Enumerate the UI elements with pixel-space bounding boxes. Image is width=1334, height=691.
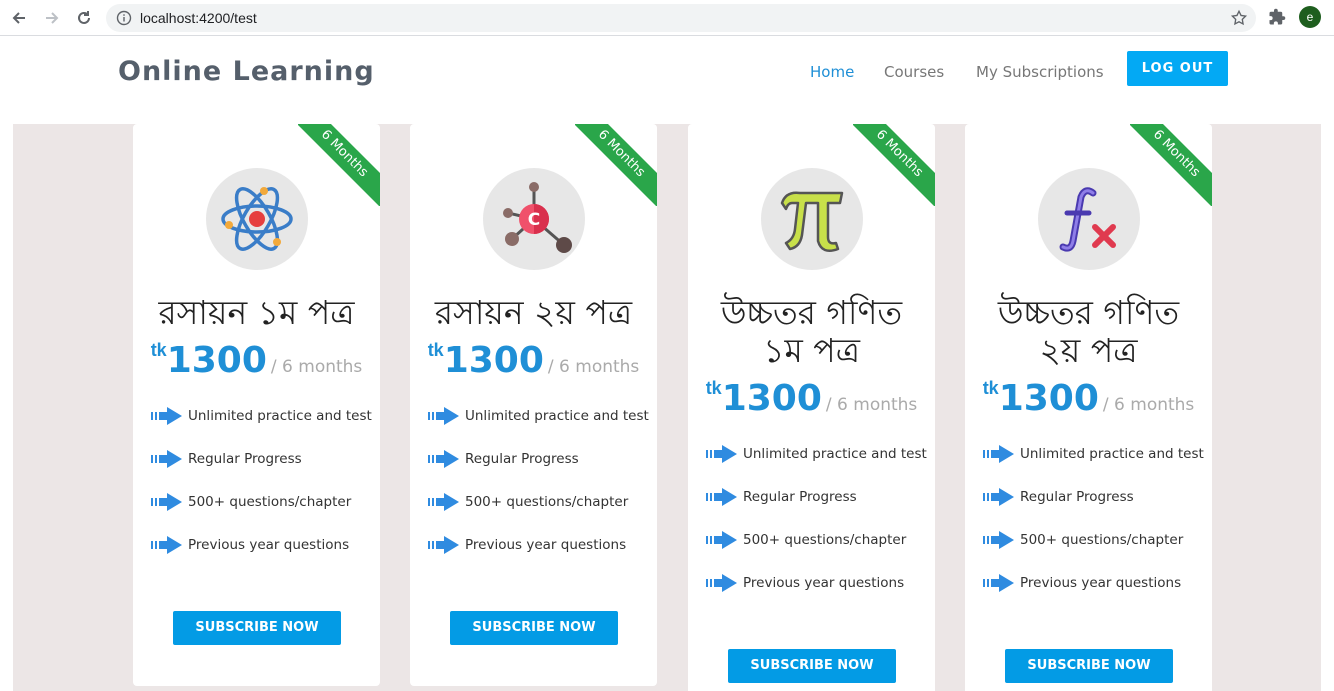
feature-item: 500+ questions/chapter (151, 491, 351, 513)
price-amount: 1300 (721, 378, 822, 419)
arrow-icon (151, 536, 182, 554)
feature-item: 500+ questions/chapter (706, 529, 906, 551)
price: tk1300/ 6 months (133, 340, 380, 381)
arrow-icon (983, 574, 1014, 592)
molecule-icon: C (483, 168, 585, 270)
price: tk1300/ 6 months (688, 378, 935, 419)
duration-ribbon: 6 Months (853, 124, 935, 206)
nav-courses[interactable]: Courses (884, 63, 944, 81)
feature-item: Unlimited practice and test (983, 443, 1204, 465)
price-amount: 1300 (166, 340, 267, 381)
course-title: রসায়ন ২য় পত্র (434, 293, 633, 332)
currency-label: tk (705, 378, 722, 398)
bookmark-star-icon[interactable] (1230, 9, 1248, 32)
price-period: / 6 months (825, 395, 918, 415)
feature-item: 500+ questions/chapter (428, 491, 628, 513)
arrow-icon (428, 450, 459, 468)
price: tk1300/ 6 months (410, 340, 657, 381)
course-title-line-2: ২য় পত্র (1039, 331, 1138, 370)
course-title: উচ্চতর গণিত (720, 293, 903, 332)
course-card: 6 Months C রসায়ন ২য় পত্র tk1300/ 6 mon… (410, 124, 657, 686)
nav-home[interactable]: Home (810, 63, 854, 81)
atom-icon (206, 168, 308, 270)
arrow-icon (151, 450, 182, 468)
arrow-icon (983, 445, 1014, 463)
price-period: / 6 months (547, 357, 640, 377)
currency-label: tk (150, 340, 167, 360)
arrow-icon (706, 574, 737, 592)
price-amount: 1300 (998, 378, 1099, 419)
profile-avatar[interactable]: e (1299, 6, 1321, 28)
address-bar[interactable]: localhost:4200/test (106, 4, 1256, 32)
arrow-icon (428, 493, 459, 511)
feature-item: Previous year questions (151, 534, 349, 556)
price-amount: 1300 (443, 340, 544, 381)
price: tk1300/ 6 months (965, 378, 1212, 419)
site-header: Online Learning Home Courses My Subscrip… (0, 36, 1334, 124)
back-arrow-icon[interactable] (8, 7, 30, 29)
feature-item: Unlimited practice and test (151, 405, 372, 427)
currency-label: tk (427, 340, 444, 360)
feature-item: Regular Progress (151, 448, 302, 470)
reload-icon[interactable] (73, 7, 95, 29)
arrow-icon (428, 407, 459, 425)
arrow-icon (706, 531, 737, 549)
feature-item: Regular Progress (428, 448, 579, 470)
browser-toolbar: localhost:4200/test e (0, 0, 1334, 36)
feature-item: Regular Progress (706, 486, 857, 508)
url-text[interactable]: localhost:4200/test (140, 10, 257, 26)
course-card: 6 Months রসায়ন ১ম পত্র tk1300/ 6 months… (133, 124, 380, 686)
course-grid: 6 Months রসায়ন ১ম পত্র tk1300/ 6 months… (13, 124, 1321, 691)
info-icon[interactable] (116, 10, 132, 31)
price-period: / 6 months (270, 357, 363, 377)
currency-label: tk (982, 378, 999, 398)
forward-arrow-icon[interactable] (41, 7, 63, 29)
duration-ribbon: 6 Months (575, 124, 657, 206)
feature-item: Previous year questions (706, 572, 904, 594)
arrow-icon (151, 493, 182, 511)
arrow-icon (706, 445, 737, 463)
arrow-icon (706, 488, 737, 506)
nav-my-subscriptions[interactable]: My Subscriptions (976, 63, 1104, 81)
arrow-icon (983, 488, 1014, 506)
course-title-line-2: ১ম পত্র (763, 331, 860, 370)
duration-ribbon: 6 Months (298, 124, 380, 206)
svg-text:C: C (528, 210, 540, 230)
pi-icon (761, 168, 863, 270)
duration-ribbon: 6 Months (1130, 124, 1212, 206)
arrow-icon (151, 407, 182, 425)
feature-item: Unlimited practice and test (428, 405, 649, 427)
feature-item: Previous year questions (983, 572, 1181, 594)
arrow-icon (428, 536, 459, 554)
course-card: 6 Months উচ্চতর গণিত ১ম পত্র tk1300/ 6 m… (688, 124, 935, 691)
course-card: 6 Months উচ্চতর গণিত ২য় পত্র tk1300/ 6 … (965, 124, 1212, 691)
function-icon (1038, 168, 1140, 270)
course-title: রসায়ন ১ম পত্র (158, 293, 355, 332)
feature-item: Previous year questions (428, 534, 626, 556)
brand-logo[interactable]: Online Learning (118, 56, 375, 87)
logout-button[interactable]: LOG OUT (1127, 51, 1228, 86)
feature-item: Regular Progress (983, 486, 1134, 508)
course-title: উচ্চতর গণিত (997, 293, 1180, 332)
extensions-puzzle-icon[interactable] (1268, 8, 1286, 31)
feature-item: Unlimited practice and test (706, 443, 927, 465)
subscribe-button[interactable]: SUBSCRIBE NOW (450, 611, 618, 645)
feature-item: 500+ questions/chapter (983, 529, 1183, 551)
subscribe-button[interactable]: SUBSCRIBE NOW (173, 611, 341, 645)
subscribe-button[interactable]: SUBSCRIBE NOW (728, 649, 896, 683)
arrow-icon (983, 531, 1014, 549)
subscribe-button[interactable]: SUBSCRIBE NOW (1005, 649, 1173, 683)
price-period: / 6 months (1102, 395, 1195, 415)
